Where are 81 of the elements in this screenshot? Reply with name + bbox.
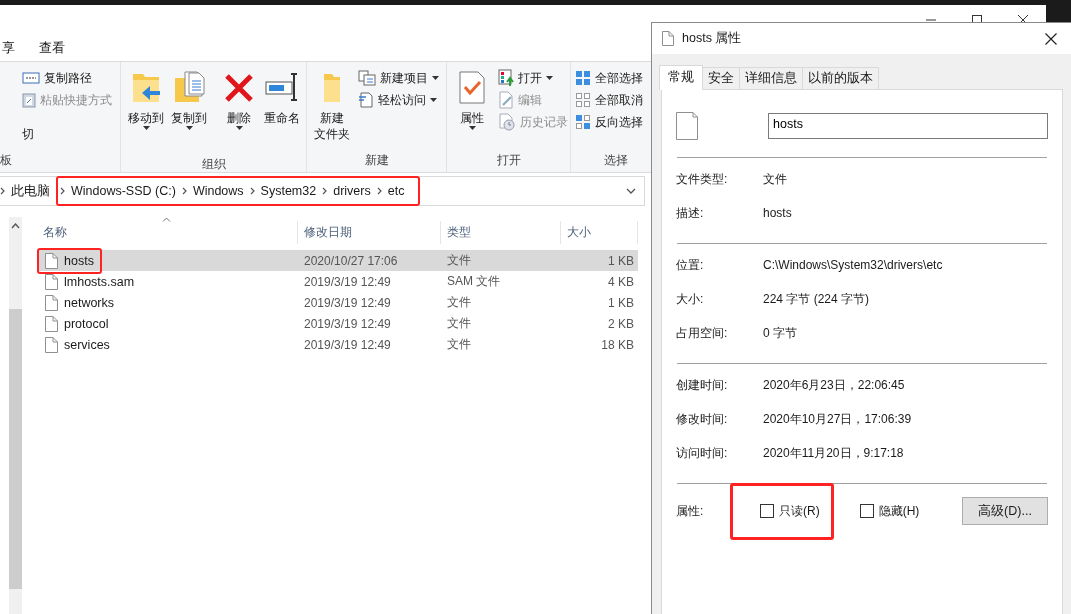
group-label: 组织 — [200, 156, 227, 173]
field-value: 0 字节 — [763, 324, 797, 342]
breadcrumb[interactable]: Windows — [186, 184, 250, 198]
table-cell-text: SAM 文件 — [446, 273, 502, 290]
field-label: 文件类型: — [676, 170, 729, 188]
field-label: 访问时间: — [676, 444, 729, 462]
field-label: 创建时间: — [676, 376, 729, 394]
tab[interactable]: 以前的版本 — [802, 67, 879, 89]
ribbon-button[interactable]: 重命名 — [261, 68, 303, 128]
table-cell-text: 1 KB — [607, 253, 635, 268]
field-label: 大小: — [676, 290, 705, 308]
file-row[interactable]: protocol 2019/3/19 12:49 文件 2 KB — [37, 313, 638, 334]
column-header[interactable]: 类型 — [441, 221, 561, 244]
breadcrumb[interactable]: Windows-SSD (C:) — [65, 184, 182, 198]
address-bar[interactable]: 此电脑 Windows-SSD (C:) Windows System32 drivers etc — [0, 176, 645, 206]
field-value: 2020年11月20日，9:17:18 — [763, 444, 904, 462]
table-cell-text: 2019/3/19 12:49 — [303, 316, 392, 331]
ribbon-button[interactable]: 反向选择 — [575, 112, 643, 132]
table-cell-text: 2020/10/27 17:06 — [303, 253, 399, 268]
field-value: 文件 — [763, 170, 787, 188]
name-field[interactable]: hosts — [768, 113, 1048, 139]
ribbon-button[interactable]: 打开 — [498, 68, 568, 88]
ribbon-button[interactable]: 切 — [22, 124, 112, 144]
column-header[interactable]: 修改日期 — [298, 221, 441, 244]
group-label: 板 — [0, 152, 13, 169]
table-cell-text: 2019/3/19 12:49 — [303, 295, 392, 310]
breadcrumb[interactable]: drivers — [327, 184, 377, 198]
file-name[interactable]: lmhosts.sam — [64, 274, 135, 289]
table-cell-text: 文件 — [446, 336, 472, 353]
file-row[interactable]: services 2019/3/19 12:49 文件 18 KB — [37, 334, 638, 355]
ribbon-button[interactable]: 删除 — [218, 68, 260, 132]
field-label: 描述: — [676, 204, 705, 222]
file-name[interactable]: hosts — [64, 253, 94, 268]
table-cell-text: 2019/3/19 12:49 — [303, 274, 392, 289]
file-row[interactable]: networks 2019/3/19 12:49 文件 1 KB — [37, 292, 638, 313]
breadcrumb[interactable]: etc — [381, 184, 411, 198]
ribbon-button[interactable]: 移动到 — [125, 68, 167, 132]
ribbon-button[interactable]: 新建 文件夹 — [311, 68, 353, 144]
field-label: 属性: — [676, 502, 705, 520]
ribbon-tab[interactable]: 查看 — [37, 37, 67, 59]
file-row[interactable]: lmhosts.sam 2019/3/19 12:49 SAM 文件 4 KB — [37, 271, 638, 292]
table-cell-text: 18 KB — [600, 337, 635, 352]
checkbox-label[interactable]: 只读(R) — [778, 501, 821, 521]
group-label: 选择 — [602, 152, 629, 169]
table-cell-text: 2019/3/19 12:49 — [303, 337, 392, 352]
window-title: hosts 属性 — [682, 30, 742, 47]
group-label: 打开 — [495, 152, 522, 169]
field-value: C:\Windows\System32\drivers\etc — [763, 258, 943, 272]
field-label: 修改时间: — [676, 410, 729, 428]
field-label: 占用空间: — [676, 324, 729, 342]
ribbon-button[interactable]: 全部选择 — [575, 68, 643, 88]
table-cell-text: 4 KB — [607, 274, 635, 289]
table-cell-text: 1 KB — [607, 295, 635, 310]
field-label: 位置: — [676, 256, 705, 274]
ribbon-tab[interactable]: 享 — [0, 37, 17, 59]
field-value: 2020年10月27日，17:06:39 — [763, 410, 912, 428]
ribbon-button[interactable]: 复制到 — [168, 68, 210, 132]
checkbox-label[interactable]: 隐藏(H) — [877, 501, 921, 521]
file-name[interactable]: networks — [64, 295, 115, 310]
ribbon-button[interactable]: 新建项目 — [358, 68, 439, 88]
file-name[interactable]: services — [64, 337, 110, 352]
table-cell-text: 2 KB — [607, 316, 635, 331]
ribbon-button[interactable]: 轻松访问 — [358, 90, 439, 110]
field-value: 224 字节 (224 字节) — [763, 290, 870, 308]
table-cell-text: 文件 — [446, 315, 472, 332]
tab[interactable]: 常规 — [659, 65, 703, 90]
ribbon-button[interactable]: 全部取消 — [575, 90, 643, 110]
field-value: 2020年6月23日，22:06:45 — [763, 376, 905, 394]
selected-row[interactable]: hosts 2020/10/27 17:06 文件 1 KB — [37, 250, 638, 271]
column-header[interactable]: 大小 — [561, 221, 638, 244]
field-value: hosts — [763, 206, 792, 220]
advanced-button[interactable]: 高级(D)... — [962, 497, 1048, 525]
breadcrumb[interactable]: 此电脑 — [5, 182, 56, 200]
table-cell-text: 文件 — [446, 294, 472, 311]
ribbon-button[interactable]: 属性 — [451, 68, 493, 132]
breadcrumb[interactable]: System32 — [254, 184, 323, 198]
ribbon-button[interactable]: 复制路径 — [22, 68, 112, 88]
table-cell-text: 文件 — [446, 252, 472, 269]
column-header[interactable]: 名称 — [37, 221, 298, 244]
file-name[interactable]: protocol — [64, 316, 109, 331]
group-label: 新建 — [363, 152, 390, 169]
